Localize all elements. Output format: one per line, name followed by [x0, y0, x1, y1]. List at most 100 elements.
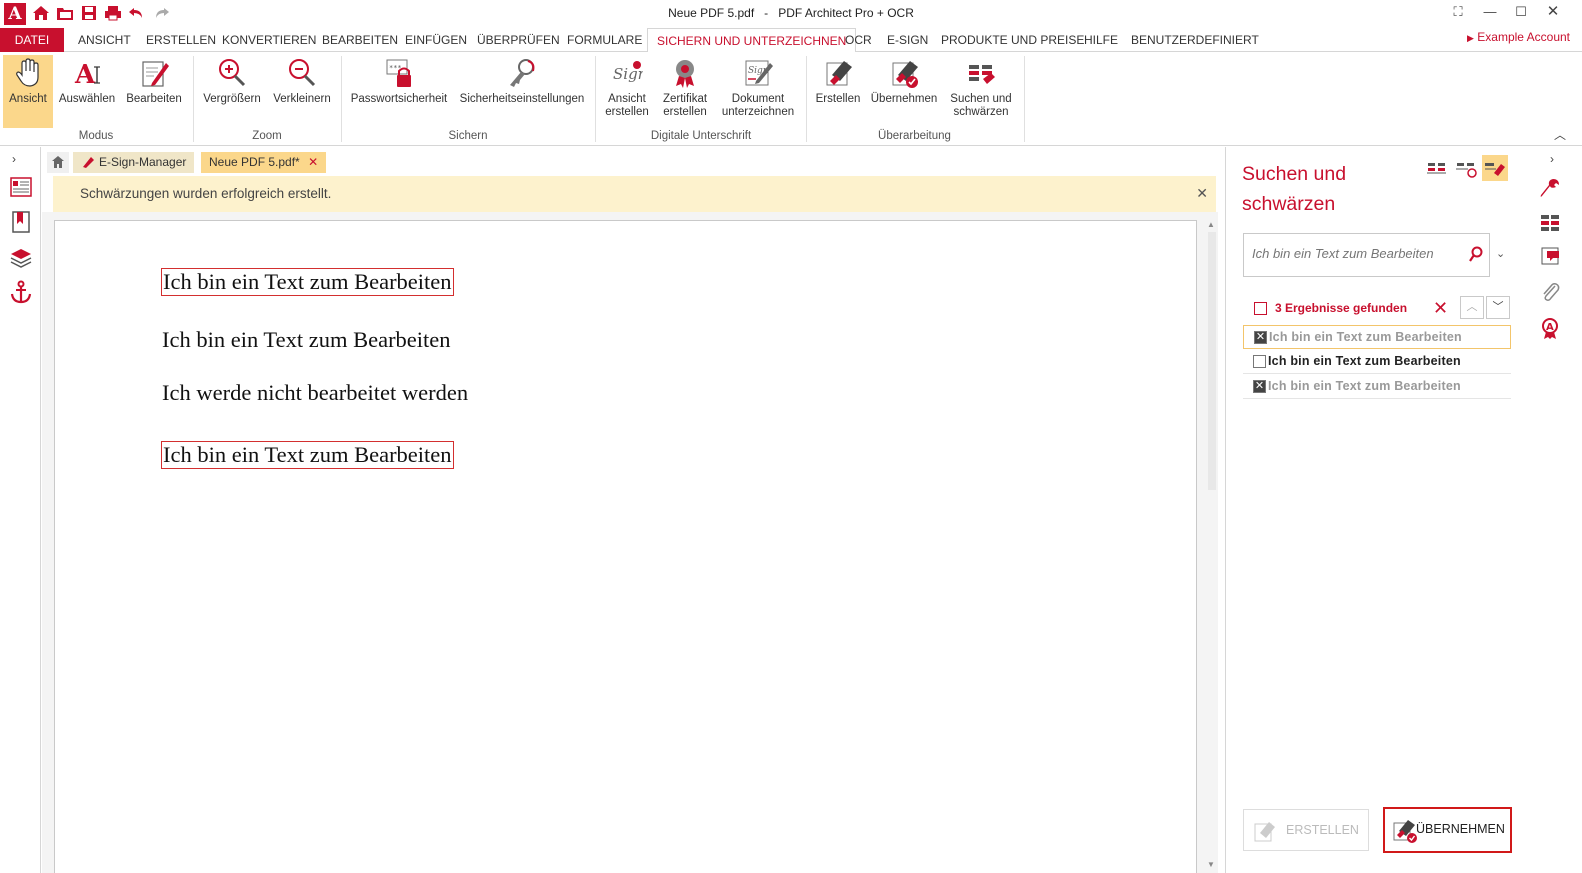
page-text-line-redacted[interactable]: Ich bin ein Text zum Bearbeiten — [161, 268, 454, 296]
tab-ansicht[interactable]: ANSICHT — [69, 28, 140, 52]
search-redact-panel-icon[interactable] — [1539, 211, 1561, 233]
attachment-icon[interactable] — [1539, 281, 1561, 303]
binoculars-icon — [969, 65, 995, 84]
window-title-file: Neue PDF 5.pdf — [668, 6, 755, 20]
minimize-button[interactable]: — — [1480, 4, 1500, 20]
tab-benutzerdefiniert[interactable]: BENUTZERDEFINIERT — [1122, 28, 1268, 52]
result-item-label: Ich bin ein Text zum Bearbeiten — [1269, 330, 1462, 344]
page-text-line-redacted[interactable]: Ich bin ein Text zum Bearbeiten — [161, 441, 454, 469]
signature-icon: Sign — [613, 61, 643, 83]
expand-right-icon[interactable]: › — [1550, 152, 1554, 166]
ribbon: Ansicht A Auswählen Bearbeiten Modus Ver… — [0, 52, 1582, 146]
close-window-button[interactable]: ✕ — [1543, 4, 1563, 20]
scroll-down-icon[interactable]: ▼ — [1207, 860, 1215, 869]
ribbon-separator — [1024, 56, 1025, 142]
create-view-button[interactable]: Sign Ansichterstellen — [600, 55, 654, 128]
search-icon[interactable] — [1469, 246, 1483, 262]
create-certificate-label: Zertifikat erstellen — [663, 93, 707, 118]
tab-datei[interactable]: DATEI — [0, 28, 64, 52]
clear-results-icon[interactable]: ✕ — [1433, 298, 1448, 319]
search-input[interactable] — [1252, 246, 1462, 261]
scroll-up-icon[interactable]: ▲ — [1207, 220, 1215, 229]
certificate-badge-icon[interactable]: A — [1539, 317, 1561, 339]
home-tab[interactable] — [47, 152, 69, 173]
password-security-button[interactable]: *** Passwortsicherheit — [348, 55, 450, 128]
security-settings-button[interactable]: Sicherheitseinstellungen — [455, 55, 589, 128]
bookmarks-icon[interactable] — [9, 210, 33, 234]
anchor-icon[interactable] — [9, 280, 33, 304]
tab-e-sign[interactable]: E-SIGN — [878, 28, 937, 52]
search-field-container — [1243, 233, 1490, 277]
previous-result-button[interactable]: ︿ — [1460, 296, 1484, 319]
group-label-ueberarbeitung: Überarbeitung — [878, 130, 951, 142]
tab-hilfe[interactable]: HILFE — [1075, 28, 1127, 52]
result-item[interactable]: Ich bin ein Text zum Bearbeiten — [1243, 350, 1511, 374]
group-label-sichern: Sichern — [448, 130, 488, 142]
comments-icon[interactable] — [1539, 245, 1561, 267]
layers-icon[interactable] — [9, 245, 33, 269]
tab-formulare[interactable]: FORMULARE — [558, 28, 651, 52]
close-notification-icon[interactable]: ✕ — [1196, 185, 1208, 202]
account-arrow-icon: ▶ — [1467, 33, 1474, 43]
group-label-modus: Modus — [78, 130, 114, 142]
window-title-separator: - — [764, 6, 769, 20]
close-tab-icon[interactable]: ✕ — [308, 155, 318, 169]
result-checkbox[interactable]: ✕ — [1254, 331, 1267, 344]
create-certificate-button[interactable]: Zertifikat erstellen — [658, 55, 712, 128]
tab-konvertieren[interactable]: KONVERTIEREN — [213, 28, 325, 52]
tab-produkte-und-preise[interactable]: PRODUKTE UND PREISE — [932, 28, 1093, 52]
scrollbar-thumb[interactable] — [1208, 232, 1216, 490]
zoom-in-button[interactable]: Vergrößern — [198, 55, 266, 128]
zoom-out-button[interactable]: Verkleinern — [269, 55, 335, 128]
search-binoculars-icon[interactable] — [1424, 155, 1450, 181]
tab-ocr[interactable]: OCR — [836, 28, 881, 52]
search-and-redact-button[interactable]: Suchen und schwärzen — [944, 55, 1018, 128]
auswaehlen-button[interactable]: A Auswählen — [56, 55, 118, 128]
bearbeiten-label: Bearbeiten — [126, 93, 182, 105]
create-redaction-button[interactable]: ERSTELLEN — [1243, 809, 1369, 851]
tab-e-sign-manager[interactable]: E-Sign-Manager — [73, 152, 195, 173]
wrench-icon[interactable] — [1539, 177, 1561, 199]
tab-erstellen[interactable]: ERSTELLEN — [137, 28, 225, 52]
collapse-ribbon-icon[interactable]: ︿ — [1554, 126, 1566, 143]
account-link[interactable]: ▶ Example Account — [1467, 30, 1570, 44]
page-text-line[interactable]: Ich werde nicht bearbeitet werden — [162, 380, 468, 406]
create-redaction-icon — [1254, 822, 1275, 842]
vertical-scrollbar[interactable]: ▲ ▼ — [1206, 220, 1216, 870]
pdf-page[interactable]: Ich bin ein Text zum Bearbeiten Ich bin … — [54, 220, 1197, 873]
search-options-chevron-icon[interactable]: ⌄ — [1496, 247, 1505, 260]
redaction-create-button[interactable]: Erstellen — [811, 55, 865, 128]
page-text-line[interactable]: Ich bin ein Text zum Bearbeiten — [162, 327, 451, 353]
sign-document-button[interactable]: Sign Dokument unterzeichnen — [717, 55, 799, 128]
maximize-button[interactable]: ☐ — [1511, 4, 1531, 20]
result-checkbox[interactable]: ✕ — [1253, 380, 1266, 393]
tab-einfuegen[interactable]: EINFÜGEN — [396, 28, 476, 52]
restore-view-icon[interactable]: ⛶ — [1448, 4, 1468, 20]
notification-text: Schwärzungen wurden erfolgreich erstellt… — [80, 186, 332, 201]
select-all-checkbox[interactable] — [1254, 302, 1267, 315]
search-and-redact-label-line2: schwärzen — [953, 106, 1009, 118]
search-redact-panel: Suchen und schwärzen ⌄ 3 Ergebnisse gefun… — [1225, 147, 1528, 873]
result-item[interactable]: ✕ Ich bin ein Text zum Bearbeiten — [1243, 375, 1511, 399]
result-item[interactable]: ✕ Ich bin ein Text zum Bearbeiten — [1243, 325, 1511, 349]
apply-redaction-button[interactable]: ÜBERNEHMEN — [1383, 807, 1512, 853]
e-sign-pen-icon — [83, 157, 94, 168]
tab-ueberpruefen[interactable]: ÜBERPRÜFEN — [468, 28, 569, 52]
next-result-button[interactable]: ﹀ — [1486, 296, 1510, 319]
home-tab-icon — [52, 156, 64, 168]
tab-sichern-und-unterzeichnen[interactable]: SICHERN UND UNTERZEICHNEN — [647, 28, 857, 53]
search-replace-icon[interactable] — [1453, 155, 1479, 181]
redact-tool-toggle[interactable] — [1482, 155, 1508, 181]
ribbon-separator — [806, 56, 807, 142]
title-bar: A Neue PDF 5.pdf - PDF Architect Pro + O… — [0, 0, 1582, 27]
panel-title: Suchen und schwärzen — [1242, 159, 1422, 219]
tab-active-document-label: Neue PDF 5.pdf* — [209, 155, 300, 169]
result-checkbox[interactable] — [1253, 355, 1266, 368]
expand-left-icon[interactable]: › — [12, 152, 16, 166]
tab-active-document[interactable]: Neue PDF 5.pdf* ✕ — [201, 152, 327, 173]
bearbeiten-button[interactable]: Bearbeiten — [122, 55, 186, 128]
tab-bearbeiten[interactable]: BEARBEITEN — [313, 28, 407, 52]
page-thumbnails-icon[interactable] — [9, 175, 33, 199]
ansicht-mode-button[interactable]: Ansicht — [3, 55, 53, 128]
redaction-apply-button[interactable]: Übernehmen — [868, 55, 940, 128]
